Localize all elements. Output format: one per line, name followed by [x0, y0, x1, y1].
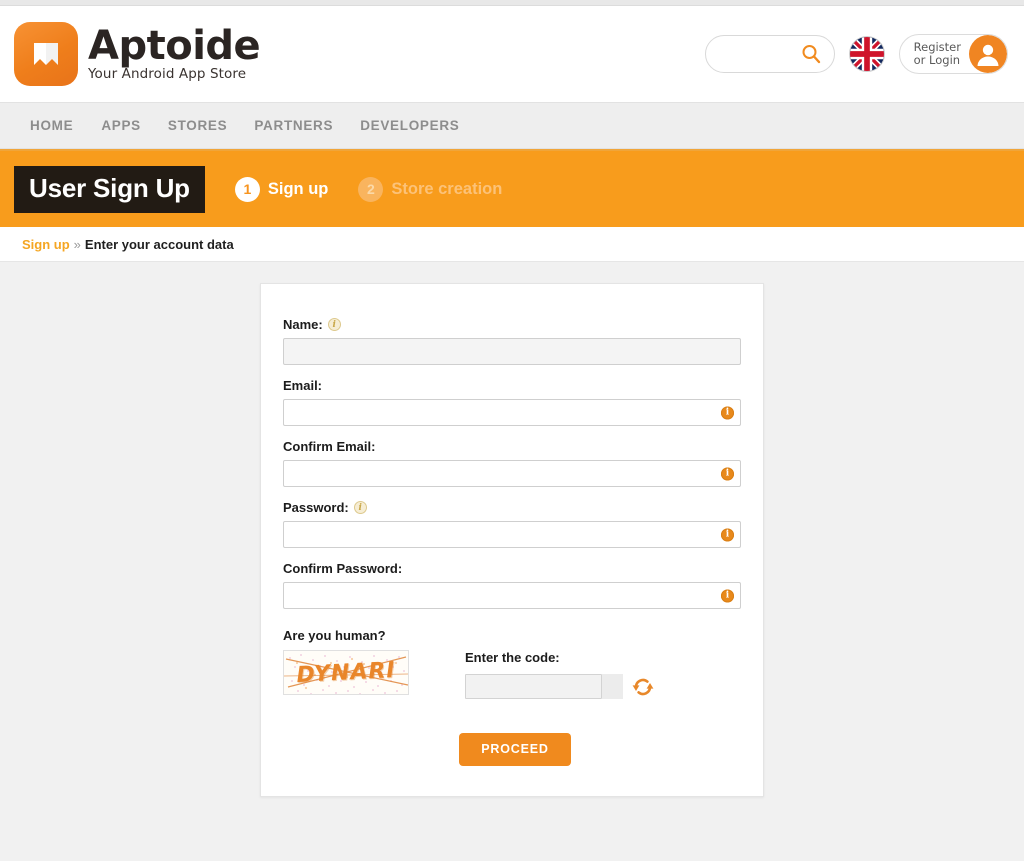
uk-flag-icon [849, 37, 884, 71]
refresh-icon [632, 678, 654, 695]
breadcrumb-current: Enter your account data [84, 236, 234, 252]
field-confirm-password: Confirm Password: i [283, 561, 741, 609]
step-indicator: 1 Sign up 2 Store creation [234, 176, 503, 202]
field-confirm-email: Confirm Email: i [283, 439, 741, 487]
field-email-label-text: Email: [283, 378, 323, 393]
password-input-info-icon[interactable]: i [721, 528, 734, 541]
breadcrumb-link-signup[interactable]: Sign up [22, 237, 70, 252]
email-input[interactable] [283, 399, 741, 426]
nav-item-stores[interactable]: STORES [168, 118, 254, 133]
captcha-refresh-button[interactable] [631, 675, 655, 699]
brand-logo[interactable]: Aptoide Your Android App Store [14, 22, 261, 86]
nav-item-apps[interactable]: APPS [101, 118, 168, 133]
login-button-label: Register or Login [914, 41, 961, 67]
field-password-label: Password: i [283, 500, 741, 515]
page-title: User Sign Up [14, 165, 205, 213]
step-signup-label: Sign up [267, 179, 329, 198]
captcha-input-spacer [602, 674, 623, 699]
step-store-creation-label: Store creation [391, 179, 503, 198]
header-actions: Register or Login [704, 34, 1008, 74]
confirm-password-info-icon[interactable]: i [721, 589, 734, 602]
submit-row: PROCEED [283, 733, 741, 766]
register-or-login-button[interactable]: Register or Login [898, 34, 1008, 74]
email-info-icon[interactable]: i [721, 406, 734, 419]
breadcrumb: Sign up » Enter your account data [0, 227, 1024, 262]
captcha-section: Are you human? DYNARI Enter the code: [283, 628, 741, 699]
field-name-label-text: Name: [283, 317, 323, 332]
signup-form-card: Name: i Email: i Confirm Email: i Passwo… [260, 283, 764, 797]
search-icon[interactable] [800, 43, 822, 65]
search-input[interactable] [719, 45, 796, 63]
step-store-creation-number: 2 [358, 176, 384, 202]
search-box[interactable] [704, 35, 835, 73]
nav-item-home[interactable]: HOME [30, 118, 101, 133]
brand-tagline: Your Android App Store [88, 66, 247, 83]
site-header: Aptoide Your Android App Store Register … [0, 6, 1024, 102]
confirm-email-info-icon[interactable]: i [721, 467, 734, 480]
field-name: Name: i [283, 317, 741, 365]
field-password: Password: i i [283, 500, 741, 548]
name-info-icon[interactable]: i [327, 318, 341, 331]
brand-name: Aptoide [88, 23, 261, 70]
nav-item-developers[interactable]: DEVELOPERS [360, 118, 486, 133]
name-input[interactable] [283, 338, 741, 365]
field-confirm-password-label-text: Confirm Password: [283, 561, 403, 576]
field-email-label: Email: [283, 378, 741, 393]
main-navigation: HOME APPS STORES PARTNERS DEVELOPERS [0, 102, 1024, 149]
password-info-icon[interactable]: i [353, 501, 367, 514]
captcha-image: DYNARI [283, 650, 409, 695]
captcha-input-block: Enter the code: [465, 650, 655, 699]
captcha-question: Are you human? [283, 628, 386, 643]
nav-item-partners[interactable]: PARTNERS [254, 118, 360, 133]
field-confirm-email-label-text: Confirm Email: [283, 439, 376, 454]
captcha-code-label: Enter the code: [465, 650, 560, 665]
confirm-password-input[interactable] [283, 582, 741, 609]
step-signup[interactable]: 1 Sign up [234, 176, 329, 202]
signup-banner: User Sign Up 1 Sign up 2 Store creation [0, 149, 1024, 227]
field-confirm-email-label: Confirm Email: [283, 439, 741, 454]
login-line-1: Register [913, 40, 961, 54]
step-signup-number: 1 [234, 176, 260, 202]
user-avatar-icon [969, 35, 1007, 73]
main-content: Name: i Email: i Confirm Email: i Passwo… [0, 262, 1024, 860]
language-flag-button[interactable] [848, 36, 885, 72]
field-name-label: Name: i [283, 317, 741, 332]
step-store-creation[interactable]: 2 Store creation [358, 176, 503, 202]
breadcrumb-separator: » [73, 236, 81, 252]
field-email: Email: i [283, 378, 741, 426]
aptoide-shield-icon [14, 22, 78, 86]
confirm-email-input[interactable] [283, 460, 741, 487]
field-password-label-text: Password: [283, 500, 349, 515]
login-line-2: or Login [913, 53, 961, 67]
captcha-code-input[interactable] [465, 674, 602, 699]
password-input[interactable] [283, 521, 741, 548]
field-confirm-password-label: Confirm Password: [283, 561, 741, 576]
proceed-button[interactable]: PROCEED [459, 733, 571, 766]
